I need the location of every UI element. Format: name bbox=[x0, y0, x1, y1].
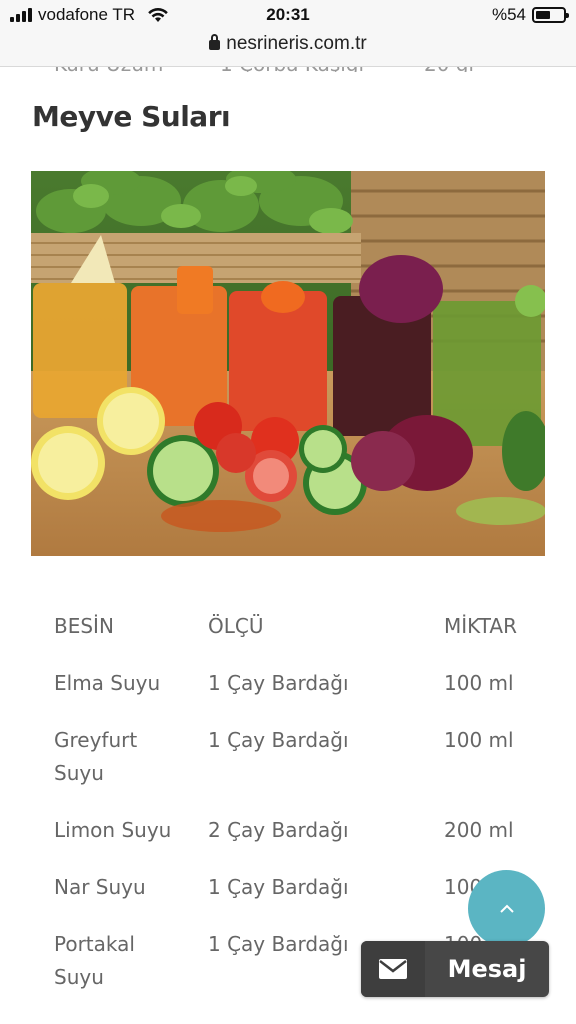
row-amount: 100 ml bbox=[444, 671, 514, 695]
battery-icon bbox=[532, 7, 569, 23]
header-food: BESİN bbox=[54, 614, 114, 638]
juice-illustration bbox=[31, 171, 545, 556]
address-bar[interactable]: nesrineris.com.tr bbox=[0, 33, 576, 55]
row-food: Portakal Suyu bbox=[54, 932, 135, 989]
browser-status-bar: vodafone TR 20:31 %54 nesrineris.com.tr bbox=[0, 0, 576, 67]
battery-level bbox=[536, 11, 550, 19]
row-food: Limon Suyu bbox=[54, 818, 172, 842]
row-measure: 2 Çay Bardağı bbox=[208, 818, 349, 842]
header-measure: ÖLÇÜ bbox=[208, 614, 264, 638]
message-button[interactable]: Mesaj bbox=[361, 941, 549, 997]
row-measure: 1 Çay Bardağı bbox=[208, 875, 349, 899]
url-text: nesrineris.com.tr bbox=[226, 33, 367, 54]
lock-icon bbox=[209, 34, 221, 50]
juice-photo bbox=[31, 171, 545, 556]
row-measure: 1 Çay Bardağı bbox=[208, 728, 349, 752]
envelope-icon-box bbox=[361, 941, 425, 997]
battery-percentage: %54 bbox=[491, 5, 526, 24]
clock: 20:31 bbox=[266, 5, 310, 24]
row-food: Elma Suyu bbox=[54, 671, 161, 695]
battery-info: %54 bbox=[491, 5, 569, 25]
chevron-up-icon bbox=[499, 904, 514, 913]
message-label: Mesaj bbox=[447, 955, 527, 983]
section-title: Meyve Suları bbox=[32, 100, 231, 133]
envelope-icon bbox=[379, 959, 407, 979]
row-amount: 200 ml bbox=[444, 818, 514, 842]
header-amount: MİKTAR bbox=[444, 614, 517, 638]
scroll-to-top-button[interactable] bbox=[468, 870, 545, 947]
row-measure: 1 Çay Bardağı bbox=[208, 671, 349, 695]
row-food: Greyfurt Suyu bbox=[54, 728, 138, 785]
row-food: Nar Suyu bbox=[54, 875, 146, 899]
row-amount: 100 ml bbox=[444, 728, 514, 752]
